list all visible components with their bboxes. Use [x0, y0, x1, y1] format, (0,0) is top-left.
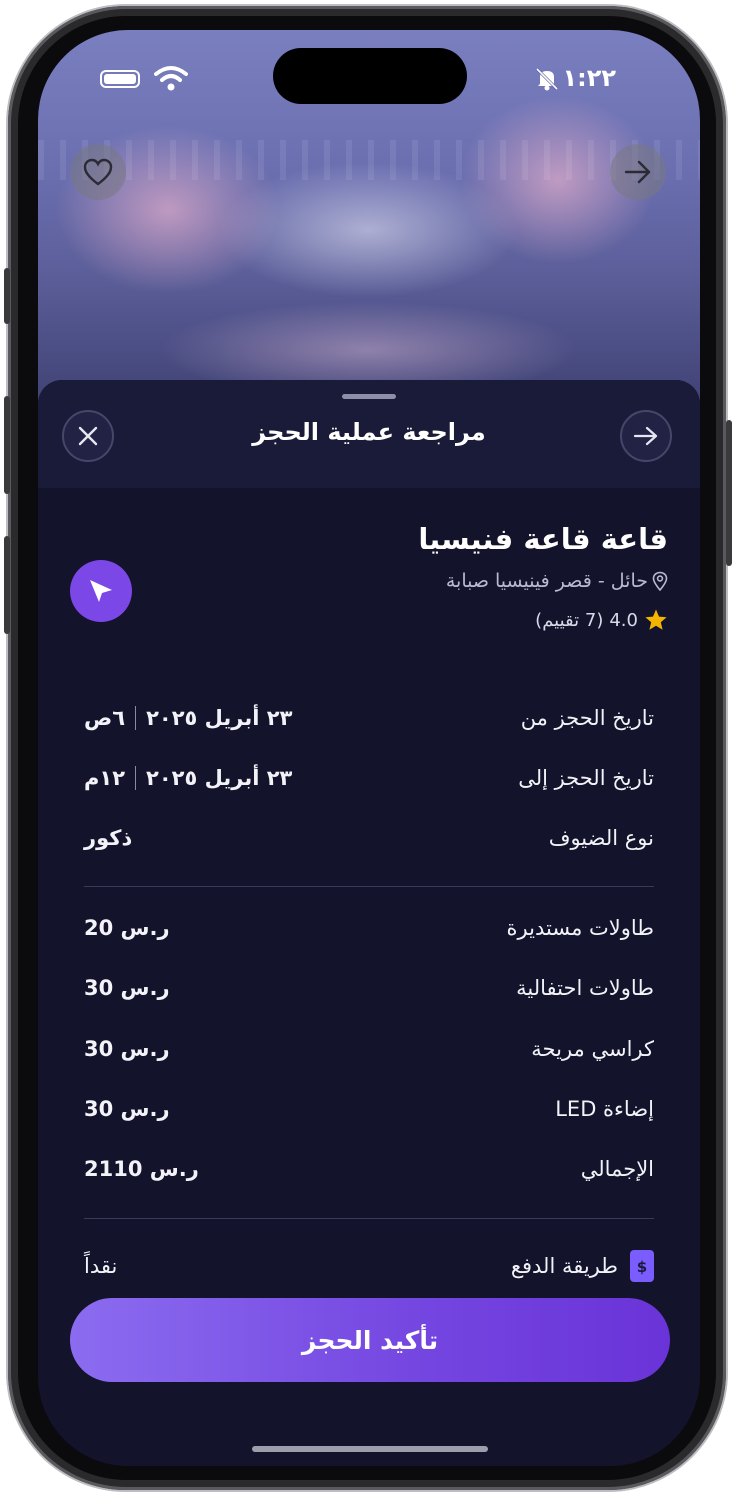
total-label: الإجمالي: [580, 1157, 654, 1181]
detail-time: ١٢م: [84, 766, 126, 790]
detail-value: ذكور: [84, 826, 133, 850]
navigate-button[interactable]: [70, 560, 132, 622]
close-icon: [78, 426, 98, 446]
back-button[interactable]: [620, 410, 672, 462]
wifi-icon: [154, 66, 188, 91]
venue-rating: 4.0 (7 تقييم): [535, 608, 668, 632]
hero-decoration: [38, 140, 700, 180]
status-time: ١:٢٢: [562, 64, 616, 92]
payment-label-text: طريقة الدفع: [510, 1254, 618, 1278]
detail-row-from: تاريخ الحجز من ٦ص ٢٣ أبريل ٢٠٢٥: [84, 698, 654, 738]
back-button-hero[interactable]: [610, 144, 666, 200]
total-value: 2110 ر.س: [84, 1157, 199, 1181]
svg-text:$: $: [637, 1258, 647, 1276]
dynamic-island: [273, 48, 467, 104]
navigation-icon: [90, 580, 112, 602]
price-row: كراسي مريحة 30 ر.س: [84, 1029, 654, 1069]
rating-count: (7 تقييم): [535, 609, 604, 631]
price-value: 20 ر.س: [84, 916, 170, 940]
price-value: 30 ر.س: [84, 1037, 170, 1061]
star-icon: [645, 609, 667, 630]
venue-name: قاعة قاعة فنيسيا: [418, 522, 668, 556]
home-indicator: [252, 1446, 488, 1452]
favorite-button[interactable]: [70, 144, 126, 200]
payment-value: نقداً: [84, 1254, 118, 1278]
detail-label: نوع الضيوف: [548, 826, 654, 850]
sheet-header: مراجعة عملية الحجز: [38, 380, 700, 488]
bell-slash-icon: [535, 67, 559, 91]
price-value: 30 ر.س: [84, 1097, 170, 1121]
venue-location-text: حائل - قصر فينيسيا صبابة: [445, 570, 648, 592]
detail-row-to: تاريخ الحجز إلى ١٢م ٢٣ أبريل ٢٠٢٥: [84, 758, 654, 798]
side-button-power: [726, 420, 732, 566]
side-button-volume-up: [4, 396, 10, 494]
cash-icon: $: [630, 1250, 654, 1282]
side-button-volume-down: [4, 536, 10, 634]
close-button[interactable]: [62, 410, 114, 462]
detail-value: ١٢م ٢٣ أبريل ٢٠٢٥: [84, 766, 292, 790]
rating-value: 4.0: [609, 609, 638, 631]
sheet-grabber[interactable]: [342, 394, 396, 399]
arrow-right-icon: [633, 426, 658, 446]
screen: ١:٢٢ مراجعة عملية الحجز قاعة قاعة فنيسيا…: [38, 30, 700, 1466]
detail-date: ٢٣ أبريل ٢٠٢٥: [146, 766, 293, 790]
payment-method-label: $ طريقة الدفع: [511, 1250, 654, 1282]
total-row: الإجمالي 2110 ر.س: [84, 1149, 654, 1189]
detail-value: ٦ص ٢٣ أبريل ٢٠٢٥: [84, 706, 292, 730]
battery-icon: [100, 70, 140, 88]
confirm-booking-button[interactable]: تأكيد الحجز: [70, 1298, 670, 1382]
sheet-title: مراجعة عملية الحجز: [252, 418, 486, 446]
location-pin-icon: [652, 571, 668, 591]
divider: [84, 1218, 654, 1219]
arrow-right-icon: [624, 160, 651, 184]
price-value: 30 ر.س: [84, 976, 170, 1000]
payment-row[interactable]: $ طريقة الدفع نقداً: [84, 1246, 654, 1286]
price-row: طاولات احتفالية 30 ر.س: [84, 968, 654, 1008]
divider: [84, 886, 654, 887]
detail-time: ٦ص: [84, 706, 126, 730]
detail-label: تاريخ الحجز إلى: [518, 766, 654, 790]
detail-date: ٢٣ أبريل ٢٠٢٥: [146, 706, 293, 730]
venue-location: حائل - قصر فينيسيا صبابة: [446, 570, 668, 592]
separator: [135, 706, 137, 730]
price-label: إضاءة LED: [555, 1097, 654, 1121]
detail-label: تاريخ الحجز من: [520, 706, 654, 730]
heart-icon: [83, 158, 113, 186]
separator: [135, 766, 137, 790]
booking-review-sheet: مراجعة عملية الحجز قاعة قاعة فنيسيا حائل…: [38, 380, 700, 1466]
price-label: طاولات مستديرة: [506, 916, 654, 940]
price-row: إضاءة LED 30 ر.س: [84, 1089, 654, 1129]
detail-row-guests: نوع الضيوف ذكور: [84, 818, 654, 858]
price-label: طاولات احتفالية: [516, 976, 654, 1000]
price-label: كراسي مريحة: [531, 1037, 654, 1061]
status-bar: ١:٢٢: [38, 30, 700, 110]
price-row: طاولات مستديرة 20 ر.س: [84, 908, 654, 948]
side-button-action: [4, 268, 10, 324]
